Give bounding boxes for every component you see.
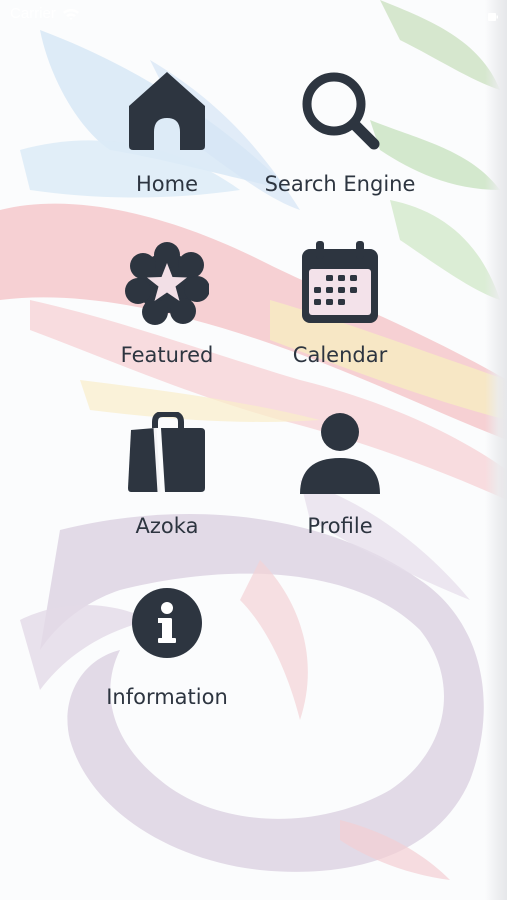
shopping-bag-icon [125, 412, 209, 496]
menu-item-calendar[interactable]: Calendar [255, 241, 425, 391]
side-panel-shadow [485, 0, 507, 900]
background-artwork [0, 0, 507, 880]
app-screen: Carrier Home Search Engine Featured Cale… [0, 0, 507, 900]
menu-item-featured[interactable]: Featured [82, 241, 252, 391]
menu-item-profile[interactable]: Profile [255, 412, 425, 562]
battery-icon [487, 8, 499, 21]
menu-item-label: Azoka [135, 514, 199, 538]
info-icon [125, 583, 209, 667]
menu-item-information[interactable]: Information [82, 583, 252, 733]
menu-item-azoka[interactable]: Azoka [82, 412, 252, 562]
calendar-icon [298, 241, 382, 325]
wifi-icon [62, 6, 80, 20]
menu-item-label: Search Engine [264, 172, 416, 196]
search-icon [298, 70, 382, 154]
star-badge-icon [125, 241, 209, 325]
menu-item-label: Home [135, 172, 198, 196]
home-icon [125, 70, 209, 154]
menu-item-label: Profile [307, 514, 373, 538]
menu-item-label: Information [106, 685, 228, 709]
menu-item-label: Calendar [292, 343, 388, 367]
status-bar: Carrier [0, 0, 507, 28]
carrier-label: Carrier [10, 5, 56, 22]
menu-item-label: Featured [120, 343, 214, 367]
menu-item-search-engine[interactable]: Search Engine [255, 70, 425, 220]
user-icon [298, 412, 382, 496]
menu-item-home[interactable]: Home [82, 70, 252, 220]
